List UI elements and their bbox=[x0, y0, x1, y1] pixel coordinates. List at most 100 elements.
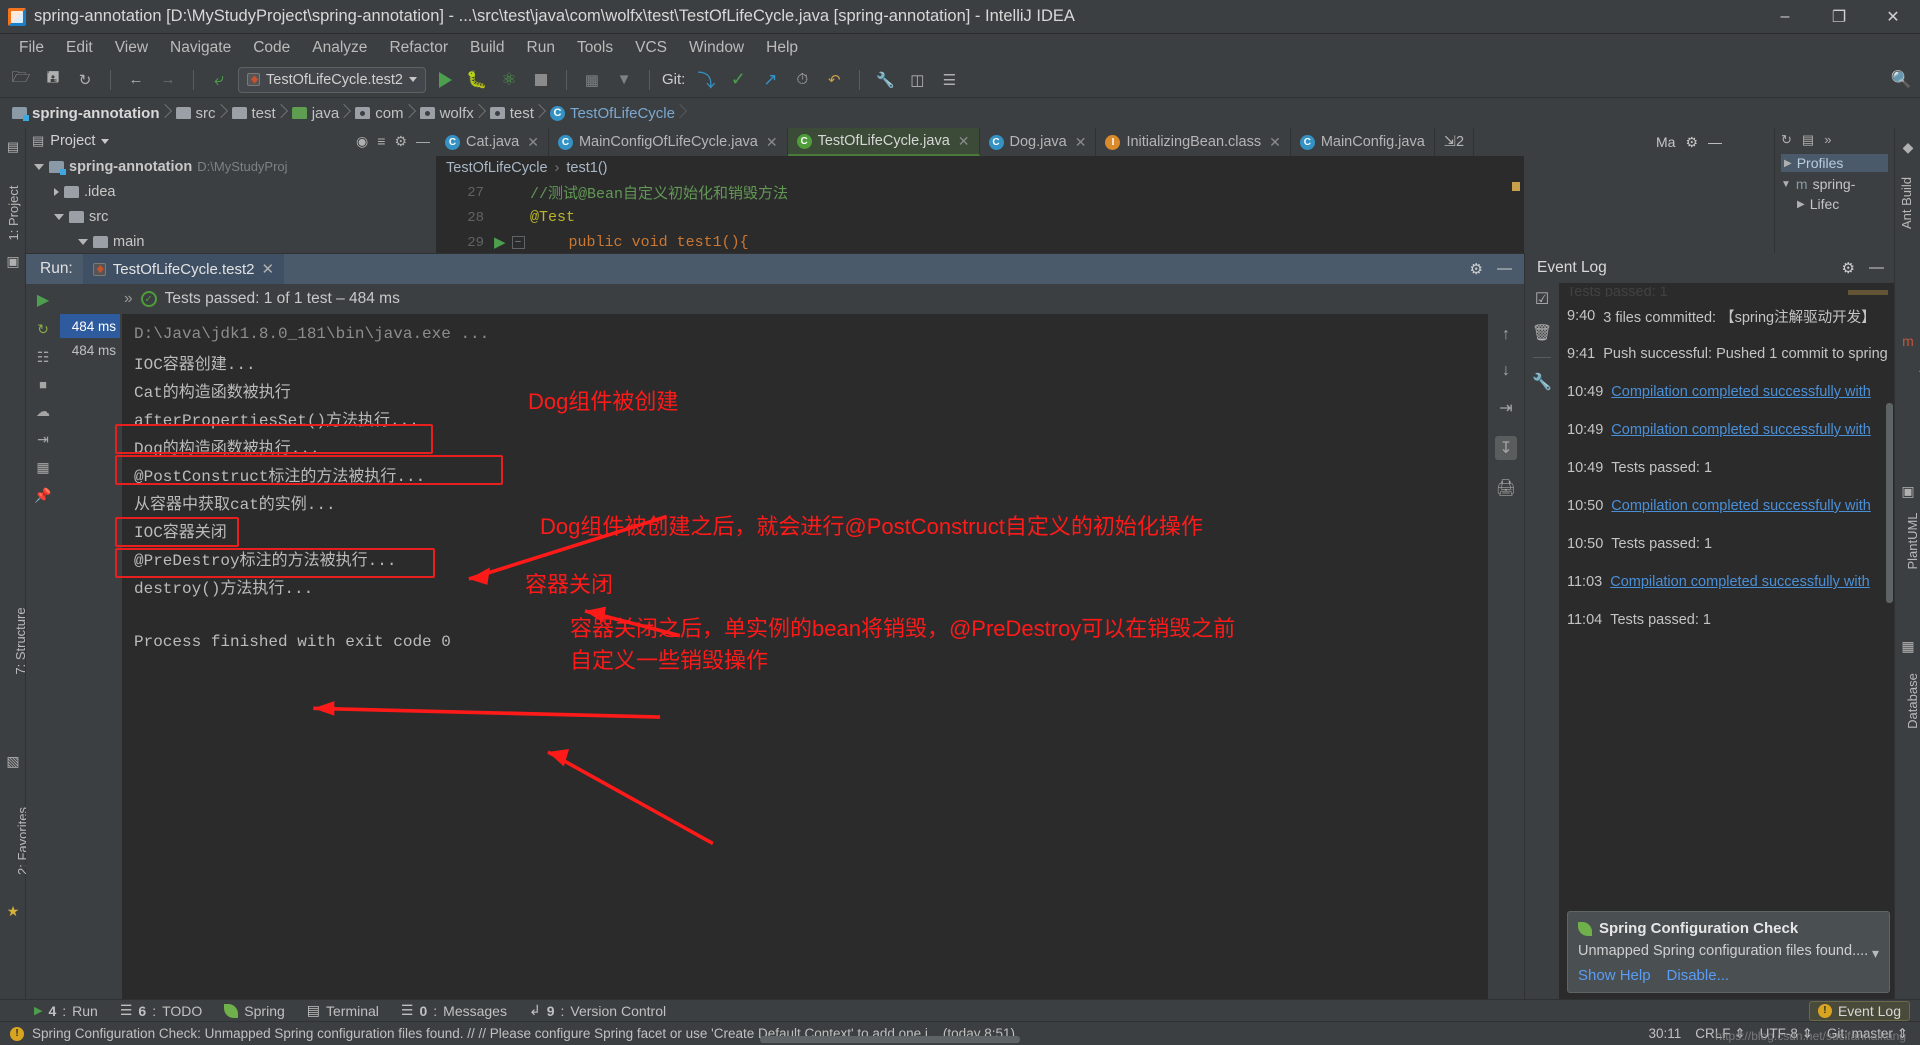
minimize-button[interactable]: – bbox=[1758, 0, 1812, 34]
maximize-button[interactable]: ❐ bbox=[1812, 0, 1866, 34]
chevron-down-icon[interactable]: ▾ bbox=[1872, 945, 1879, 962]
toggle-tests-icon[interactable]: ☷ bbox=[37, 349, 50, 366]
event-link[interactable]: Compilation completed successfully with bbox=[1611, 422, 1871, 438]
tool-window-messages[interactable]: ☰ 0: Messages bbox=[401, 1002, 507, 1019]
breadcrumb-item-class[interactable]: C TestOfLifeCycle bbox=[546, 103, 687, 124]
sidebar-tab-database[interactable]: Database bbox=[1899, 658, 1920, 744]
gear-icon[interactable]: ⚙ bbox=[394, 133, 407, 150]
editor-tab-overflow[interactable]: ⇲2 bbox=[1435, 128, 1475, 156]
editor-warning-stripe[interactable] bbox=[1512, 182, 1520, 191]
tree-item-idea[interactable]: .idea bbox=[30, 179, 436, 204]
close-icon[interactable]: ✕ bbox=[527, 134, 539, 151]
soft-wrap-icon[interactable]: ⇥ bbox=[1499, 398, 1512, 418]
plantuml-icon[interactable]: ▣ bbox=[1895, 478, 1920, 504]
grid-icon[interactable]: ▦ bbox=[36, 459, 49, 476]
screenshot-icon[interactable]: ☁ bbox=[36, 403, 50, 420]
maven-lifecycle-item[interactable]: ▶ Lifec bbox=[1781, 196, 1888, 212]
search-everywhere-icon[interactable]: 🔍 bbox=[1891, 70, 1912, 90]
scroll-down-icon[interactable]: ↓ bbox=[1502, 362, 1510, 380]
save-all-icon[interactable]: 🖪 bbox=[40, 67, 66, 93]
run-icon[interactable] bbox=[432, 67, 458, 93]
editor-tab-mainconfig[interactable]: C MainConfig.java bbox=[1291, 128, 1435, 156]
rerun-icon[interactable]: ▶ bbox=[37, 290, 49, 310]
menu-navigate[interactable]: Navigate bbox=[159, 36, 242, 60]
structure-icon[interactable]: ☰ bbox=[936, 67, 962, 93]
stop-icon[interactable]: ■ bbox=[39, 377, 47, 392]
breadcrumb-item-java[interactable]: java bbox=[288, 103, 352, 124]
print-icon[interactable]: 🖨 bbox=[1496, 478, 1516, 498]
attach-icon[interactable]: ▼ bbox=[611, 67, 637, 93]
vcs-push-icon[interactable]: ↗ bbox=[757, 67, 783, 93]
editor-breadcrumb-class[interactable]: TestOfLifeCycle bbox=[446, 160, 548, 176]
menu-help[interactable]: Help bbox=[755, 36, 809, 60]
debug-icon[interactable]: 🐛 bbox=[464, 67, 490, 93]
hide-panel-icon[interactable]: — bbox=[1497, 260, 1512, 278]
tree-item-main[interactable]: main bbox=[30, 229, 436, 254]
forward-arrow-icon[interactable]: → bbox=[155, 67, 181, 93]
sidebar-tab-ant-build[interactable]: Ant Build bbox=[1893, 166, 1919, 240]
event-link[interactable]: Compilation completed successfully with bbox=[1611, 384, 1871, 400]
settings-wrench-icon[interactable]: 🔧 bbox=[1532, 372, 1552, 392]
sync-icon[interactable]: ↻ bbox=[72, 67, 98, 93]
vcs-update-icon[interactable]: ⤵ bbox=[693, 67, 719, 93]
chevron-down-icon[interactable] bbox=[101, 138, 110, 144]
show-help-link[interactable]: Show Help bbox=[1578, 967, 1651, 984]
list-item[interactable]: 10:49 Compilation completed successfully… bbox=[1559, 373, 1894, 411]
menu-refactor[interactable]: Refactor bbox=[378, 36, 459, 60]
event-log-scrollbar[interactable] bbox=[1886, 403, 1893, 603]
scroll-to-end-icon[interactable]: ↧ bbox=[1495, 436, 1517, 460]
export-icon[interactable]: ⇥ bbox=[37, 431, 49, 448]
event-log-list[interactable]: Tests passed: 1 9:40 3 files committed: … bbox=[1559, 283, 1894, 999]
disable-link[interactable]: Disable... bbox=[1667, 967, 1730, 984]
close-icon[interactable]: ✕ bbox=[958, 133, 970, 150]
undo-arrow-icon[interactable]: ⤶ bbox=[206, 67, 232, 93]
console-output[interactable]: D:\Java\jdk1.8.0_181\bin\java.exe ... IO… bbox=[115, 314, 1524, 999]
close-icon[interactable]: ✕ bbox=[766, 134, 778, 151]
open-folder-icon[interactable]: 🗁 bbox=[8, 67, 34, 93]
project-tool-icon[interactable]: ▤ bbox=[7, 139, 19, 155]
mark-read-icon[interactable]: ☑ bbox=[1535, 289, 1549, 309]
run-session-tab[interactable]: TestOfLifeCycle.test2 ✕ bbox=[82, 254, 285, 284]
chevron-right-icon[interactable] bbox=[54, 187, 59, 196]
tree-item-spring-annotation[interactable]: spring-annotation D:\MyStudyProj bbox=[30, 154, 436, 179]
tool-window-todo[interactable]: ☰ 6: TODO bbox=[120, 1002, 202, 1019]
list-item[interactable]: 10:49 Compilation completed successfully… bbox=[1559, 411, 1894, 449]
hide-panel-icon[interactable]: — bbox=[416, 133, 430, 150]
run-configuration-selector[interactable]: TestOfLifeCycle.test2 bbox=[238, 66, 426, 93]
hide-panel-icon[interactable]: — bbox=[1869, 259, 1884, 277]
code-view[interactable]: 27 //测试@Bean自定义初始化和销毁方法 28 @Test 29 ▶ − … bbox=[436, 180, 1524, 253]
breadcrumb-item-project[interactable]: spring-annotation bbox=[8, 103, 172, 124]
editor-tab-mainconfigoflifecycle[interactable]: C MainConfigOfLifeCycle.java ✕ bbox=[549, 128, 788, 156]
horizontal-scrollbar[interactable] bbox=[760, 1036, 1020, 1043]
add-maven-icon[interactable]: ▤ bbox=[1802, 132, 1814, 148]
menu-vcs[interactable]: VCS bbox=[624, 36, 678, 60]
caret-position[interactable]: 30:11 bbox=[1649, 1026, 1682, 1041]
refresh-icon[interactable]: ↻ bbox=[1781, 132, 1792, 148]
gear-icon[interactable]: ⚙ bbox=[1842, 259, 1855, 277]
collapse-scope-icon[interactable]: ◉ bbox=[356, 133, 368, 150]
editor-tab-initializingbean[interactable]: I InitializingBean.class ✕ bbox=[1096, 128, 1291, 156]
close-icon[interactable]: ✕ bbox=[261, 260, 274, 278]
pin-icon[interactable]: 📌 bbox=[34, 487, 51, 504]
tool-window-spring[interactable]: Spring bbox=[224, 1003, 285, 1019]
close-button[interactable]: ✕ bbox=[1866, 0, 1920, 34]
gear-icon[interactable]: ⚙ bbox=[1470, 260, 1483, 278]
more-icon[interactable]: » bbox=[1824, 132, 1831, 148]
history-icon[interactable]: ⏱ bbox=[789, 67, 815, 93]
editor-tab-cat[interactable]: C Cat.java ✕ bbox=[436, 128, 549, 156]
maven-profiles-item[interactable]: ▶ Profiles bbox=[1781, 154, 1888, 172]
menu-run[interactable]: Run bbox=[516, 36, 566, 60]
menu-code[interactable]: Code bbox=[242, 36, 301, 60]
menu-analyze[interactable]: Analyze bbox=[301, 36, 378, 60]
close-icon[interactable]: ✕ bbox=[1269, 134, 1281, 151]
chevron-down-icon[interactable] bbox=[34, 163, 44, 170]
breadcrumb-item-test[interactable]: test bbox=[228, 103, 288, 124]
editor-tab-testoflifecycle[interactable]: C TestOfLifeCycle.java ✕ bbox=[787, 128, 980, 156]
test-duration[interactable]: 484 ms bbox=[60, 338, 120, 362]
menu-tools[interactable]: Tools bbox=[566, 36, 624, 60]
event-log-button[interactable]: ! Event Log bbox=[1808, 1000, 1910, 1021]
tool-window-version-control[interactable]: ↲ 9: Version Control bbox=[529, 1002, 666, 1019]
tool-window-terminal[interactable]: ▤ Terminal bbox=[307, 1002, 379, 1019]
expand-chevron-icon[interactable]: » bbox=[124, 290, 133, 308]
sidebar-tab-project[interactable]: 1: Project bbox=[0, 174, 26, 252]
